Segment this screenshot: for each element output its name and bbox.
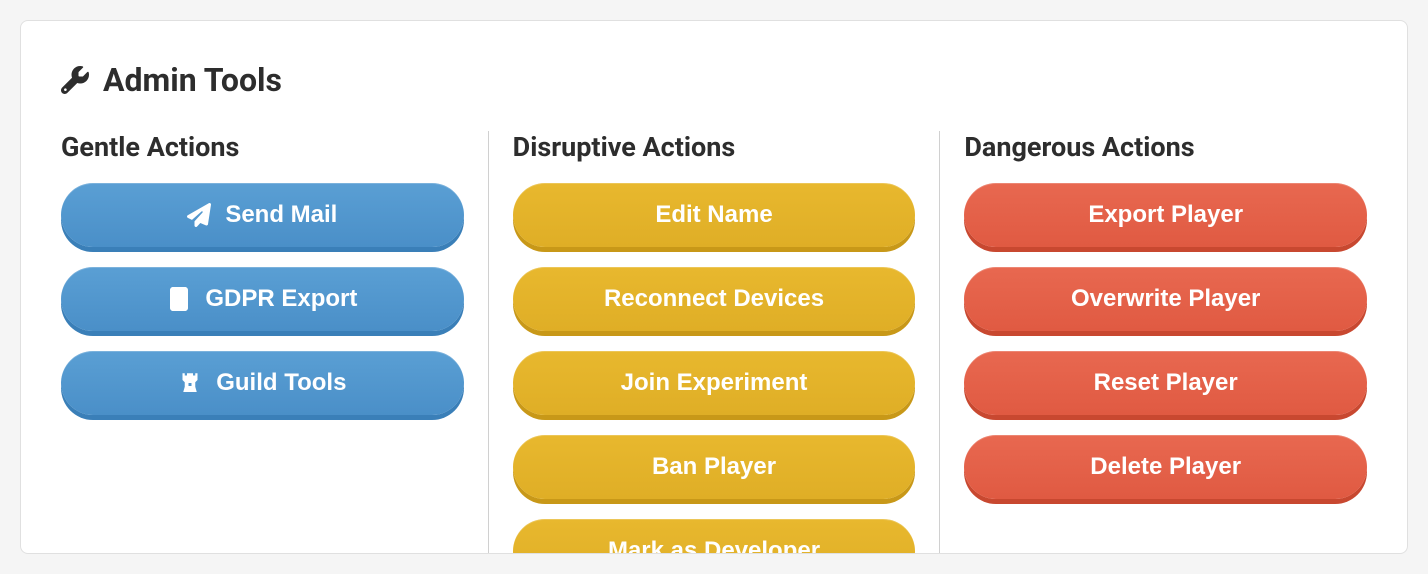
page-title: Admin Tools bbox=[103, 61, 282, 99]
paper-plane-icon bbox=[187, 203, 211, 227]
guild-tools-label: Guild Tools bbox=[216, 369, 346, 397]
edit-name-label: Edit Name bbox=[655, 201, 772, 229]
columns-container: Gentle Actions Send Mail GDPR Export bbox=[61, 131, 1367, 554]
gentle-actions-column: Gentle Actions Send Mail GDPR Export bbox=[61, 131, 489, 554]
admin-tools-card: Admin Tools Gentle Actions Send Mail GDP… bbox=[20, 20, 1408, 554]
edit-name-button[interactable]: Edit Name bbox=[513, 183, 916, 247]
ban-player-button[interactable]: Ban Player bbox=[513, 435, 916, 499]
send-mail-button[interactable]: Send Mail bbox=[61, 183, 464, 247]
disruptive-actions-title: Disruptive Actions bbox=[513, 131, 916, 163]
file-download-icon bbox=[167, 287, 191, 311]
gdpr-export-label: GDPR Export bbox=[205, 285, 357, 313]
reset-player-button[interactable]: Reset Player bbox=[964, 351, 1367, 415]
dangerous-actions-column: Dangerous Actions Export Player Overwrit… bbox=[940, 131, 1367, 554]
export-player-label: Export Player bbox=[1088, 201, 1243, 229]
dangerous-actions-title: Dangerous Actions bbox=[964, 131, 1367, 163]
reconnect-devices-button[interactable]: Reconnect Devices bbox=[513, 267, 916, 331]
overwrite-player-button[interactable]: Overwrite Player bbox=[964, 267, 1367, 331]
reconnect-devices-label: Reconnect Devices bbox=[604, 285, 824, 313]
reset-player-label: Reset Player bbox=[1094, 369, 1238, 397]
delete-player-label: Delete Player bbox=[1090, 453, 1241, 481]
guild-tools-button[interactable]: Guild Tools bbox=[61, 351, 464, 415]
delete-player-button[interactable]: Delete Player bbox=[964, 435, 1367, 499]
wrench-icon bbox=[61, 66, 89, 94]
overwrite-player-label: Overwrite Player bbox=[1071, 285, 1260, 313]
mark-as-developer-label: Mark as Developer bbox=[608, 537, 820, 554]
export-player-button[interactable]: Export Player bbox=[964, 183, 1367, 247]
chess-rook-icon bbox=[178, 371, 202, 395]
ban-player-label: Ban Player bbox=[652, 453, 776, 481]
send-mail-label: Send Mail bbox=[225, 201, 337, 229]
gentle-actions-title: Gentle Actions bbox=[61, 131, 464, 163]
join-experiment-label: Join Experiment bbox=[621, 369, 808, 397]
title-row: Admin Tools bbox=[61, 61, 1367, 99]
disruptive-actions-column: Disruptive Actions Edit Name Reconnect D… bbox=[489, 131, 941, 554]
mark-as-developer-button[interactable]: Mark as Developer bbox=[513, 519, 916, 554]
gdpr-export-button[interactable]: GDPR Export bbox=[61, 267, 464, 331]
join-experiment-button[interactable]: Join Experiment bbox=[513, 351, 916, 415]
